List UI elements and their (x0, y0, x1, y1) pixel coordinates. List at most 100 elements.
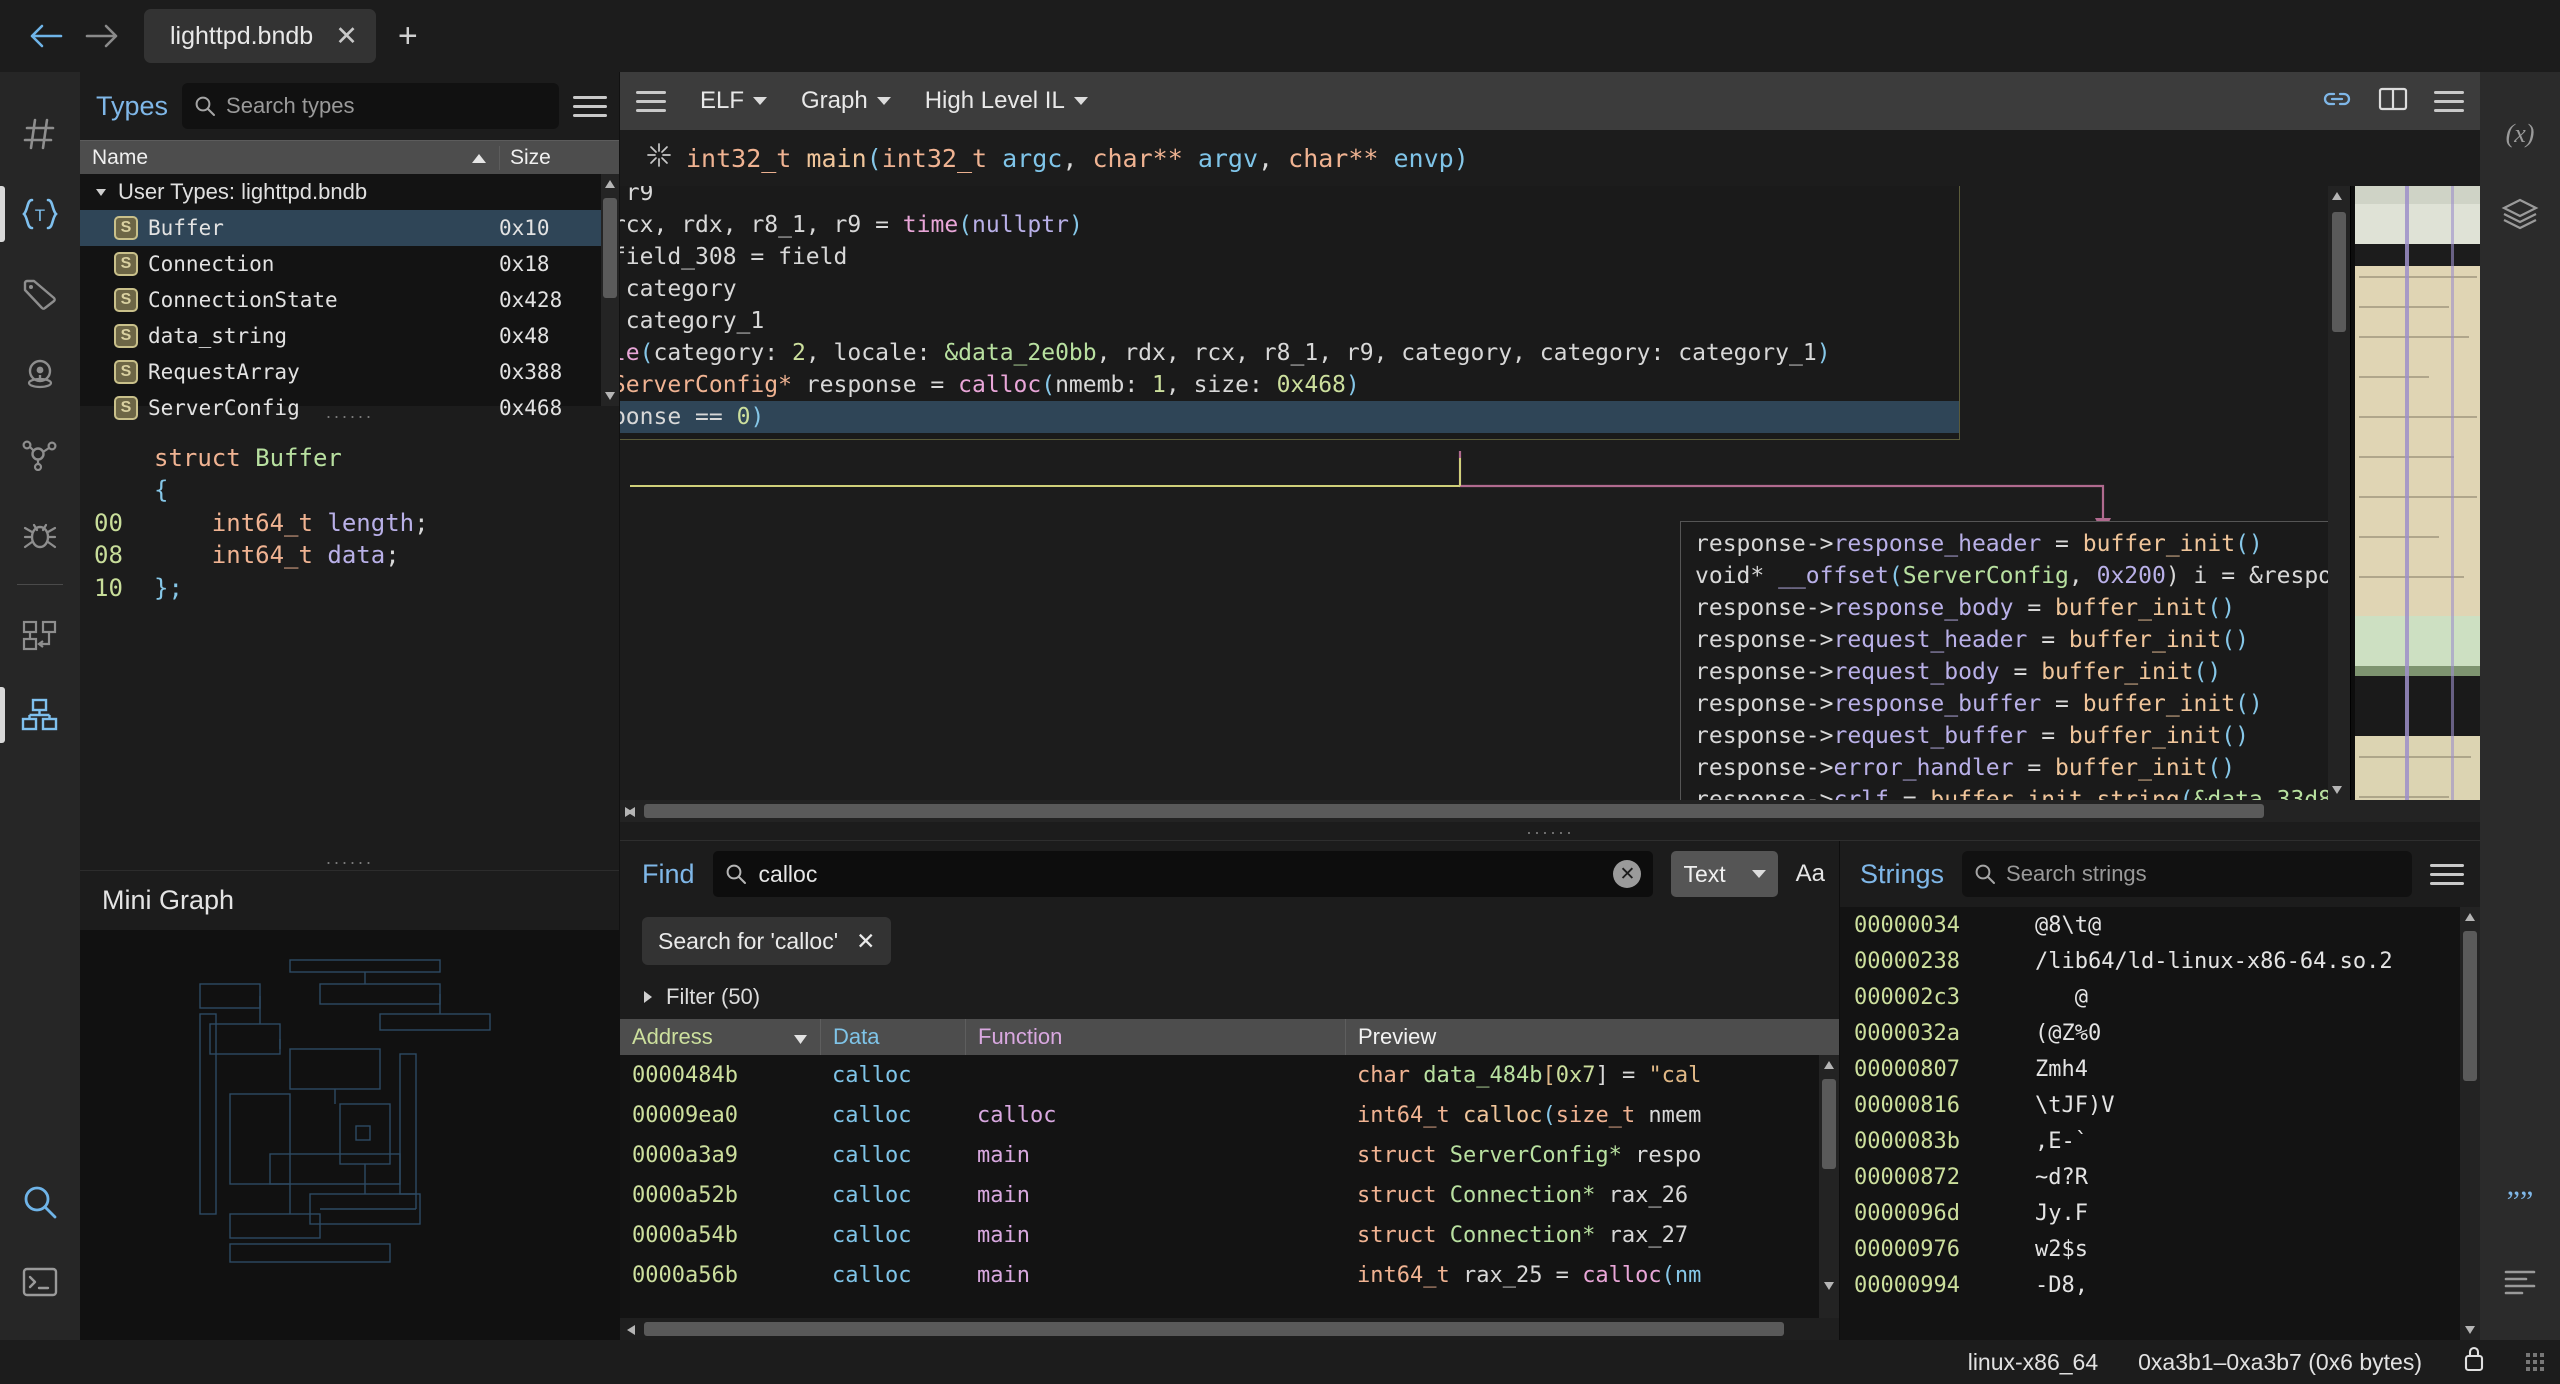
file-tab[interactable]: lighttpd.bndb ✕ (144, 9, 376, 63)
graph-node-block-2[interactable]: response->response_header = buffer_init(… (1680, 521, 2350, 800)
scroll-down-arrow-icon[interactable] (1821, 1278, 1837, 1294)
struct-line[interactable]: 10}; (80, 572, 619, 604)
scroll-up-arrow-icon[interactable] (2462, 909, 2478, 925)
list-item[interactable]: 00000816\tJF)V (1840, 1087, 2480, 1123)
results-hscroll-thumb[interactable] (644, 1322, 1784, 1336)
find-search-input[interactable]: calloc ✕ (713, 851, 1654, 897)
graph-code-line[interactable]: response->response_body = buffer_init() (1681, 592, 2350, 624)
graph-code-line[interactable]: response->crlf = buffer_init_string(&dat… (1681, 784, 2350, 800)
list-item[interactable]: 00000238/lib64/ld-linux-x86-64.so.2 (1840, 943, 2480, 979)
column-preview[interactable]: Preview (1345, 1019, 1839, 1055)
graph-code-line[interactable]: field, rcx, rdx, r8_1, r9 = time(nullptr… (620, 209, 1959, 241)
graph-code-line[interactable]: response->request_header = buffer_init() (1681, 624, 2350, 656)
options-menu-icon[interactable] (2434, 85, 2464, 118)
graph-view-selector[interactable]: Graph (801, 87, 891, 115)
clear-search-icon[interactable]: ✕ (1613, 860, 1641, 888)
scroll-up-arrow-icon[interactable] (2329, 188, 2345, 204)
view-type-selector[interactable]: ELF (700, 87, 767, 115)
scroll-up-arrow-icon[interactable] (1821, 1057, 1837, 1073)
panel-splitter-handle-2[interactable]: ······ (80, 852, 619, 870)
table-row[interactable]: 0000a54bcallocmainstruct Connection* rax… (620, 1215, 1839, 1255)
hamburger-menu-icon[interactable] (573, 90, 607, 123)
table-row[interactable]: 0000484bcallocchar data_484b[0x7] = "cal (620, 1055, 1839, 1095)
layers-icon[interactable] (2480, 174, 2560, 254)
list-item[interactable]: 00000976w2$s (1840, 1231, 2480, 1267)
scroll-left-arrow-icon[interactable] (623, 1322, 639, 1338)
type-row[interactable]: SServerConfig0x468 (80, 390, 619, 426)
type-row[interactable]: SBuffer0x10 (80, 210, 619, 246)
close-icon[interactable]: ✕ (856, 928, 875, 955)
resize-grip-icon[interactable] (2526, 1353, 2544, 1371)
forward-button[interactable] (74, 8, 130, 64)
list-item[interactable]: 00000872~d?R (1840, 1159, 2480, 1195)
graph-code-line[interactable]: response->request_body = buffer_init() (1681, 656, 2350, 688)
list-item[interactable]: 00000994-D8, (1840, 1267, 2480, 1303)
graph-code-line[interactable]: int32_t category_1 (620, 305, 1959, 337)
hamburger-menu-icon[interactable] (2430, 858, 2464, 891)
graph-code-line[interactable]: int32_t category (620, 273, 1959, 305)
scroll-down-arrow-icon[interactable] (2462, 1322, 2478, 1338)
graph-code-line[interactable]: setlocale(category: 2, locale: &data_2e0… (620, 337, 1959, 369)
results-vscroll-thumb[interactable] (1822, 1079, 1836, 1169)
column-size[interactable]: Size (499, 146, 619, 170)
graph-code-line[interactable]: response->response_buffer = buffer_init(… (1681, 688, 2350, 720)
graph-view[interactable]: ssize_t r9field, rcx, rdx, r8_1, r9 = ti… (620, 186, 2350, 800)
struct-definition-view[interactable]: struct Buffer{00 int64_t length;08 int64… (80, 424, 619, 852)
graph-horizontal-scrollbar[interactable] (620, 800, 2480, 822)
filter-toggle[interactable]: Filter (50) (620, 975, 1839, 1019)
hash-icon[interactable] (0, 94, 80, 174)
table-row[interactable]: 0000a52bcallocmainstruct Connection* rax… (620, 1175, 1839, 1215)
types-vertical-scrollbar[interactable] (601, 174, 619, 406)
il-level-selector[interactable]: High Level IL (925, 87, 1088, 115)
graph-code-line[interactable]: if (response == 0) (620, 401, 1959, 433)
graph-hscroll-thumb[interactable] (644, 804, 2264, 818)
graph-code-line[interactable]: struct ServerConfig* response = calloc(n… (620, 369, 1959, 401)
search-chip[interactable]: Search for 'calloc' ✕ (642, 917, 891, 965)
table-row[interactable]: 0000a56bcallocmainint64_t rax_25 = callo… (620, 1255, 1839, 1295)
graph-code-line[interactable]: response->request_buffer = buffer_init() (1681, 720, 2350, 752)
search-strings-input[interactable]: Search strings (1962, 851, 2412, 897)
list-item[interactable]: 0000096dJy.F (1840, 1195, 2480, 1231)
strings-vertical-scrollbar[interactable] (2460, 907, 2480, 1340)
function-signature-bar[interactable]: int32_t main(int32_t argc, char** argv, … (620, 130, 2480, 186)
link-icon[interactable] (2322, 86, 2352, 117)
strings-list[interactable]: 00000034@8\t@00000238/lib64/ld-linux-x86… (1840, 907, 2480, 1340)
type-row[interactable]: SConnection0x18 (80, 246, 619, 282)
type-row[interactable]: SRequestArray0x388 (80, 354, 619, 390)
back-button[interactable] (18, 8, 74, 64)
types-group-row[interactable]: User Types: lighttpd.bndb (80, 174, 619, 210)
list-item[interactable]: 0000032a(@Z%0 (1840, 1015, 2480, 1051)
hamburger-menu-icon[interactable] (636, 85, 666, 118)
results-table-body[interactable]: 0000484bcallocchar data_484b[0x7] = "cal… (620, 1055, 1839, 1318)
table-row[interactable]: 0000a3a9callocmainstruct ServerConfig* r… (620, 1135, 1839, 1175)
graph-code-line[interactable]: response->response_header = buffer_init(… (1681, 528, 2350, 560)
column-name[interactable]: Name (80, 146, 499, 170)
graph-vscroll-thumb[interactable] (2332, 212, 2346, 332)
graph-code-line[interactable]: time_t field_308 = field (620, 241, 1959, 273)
close-icon[interactable]: ✕ (335, 23, 358, 50)
types-list[interactable]: User Types: lighttpd.bndbSBuffer0x10SCon… (80, 174, 619, 406)
tag-icon[interactable] (0, 254, 80, 334)
cross-references-icon[interactable] (0, 595, 80, 675)
terminal-icon[interactable] (0, 1242, 80, 1322)
type-row[interactable]: Sdata_string0x48 (80, 318, 619, 354)
scroll-right-arrow-icon[interactable] (621, 804, 637, 820)
find-mode-select[interactable]: Text (1671, 851, 1777, 897)
column-function[interactable]: Function (965, 1019, 1345, 1055)
struct-line[interactable]: 00 int64_t length; (80, 507, 619, 539)
results-horizontal-scrollbar[interactable] (620, 1318, 1839, 1340)
search-icon[interactable] (0, 1162, 80, 1242)
graph-node-block-1[interactable]: ssize_t r9field, rcx, rdx, r8_1, r9 = ti… (620, 186, 1960, 440)
graph-code-line[interactable]: ssize_t r9 (620, 186, 1959, 209)
match-case-button[interactable]: Aa (1796, 860, 1825, 888)
location-pin-icon[interactable] (0, 334, 80, 414)
bottom-splitter-handle[interactable]: ······ (620, 822, 2480, 840)
search-types-input[interactable]: Search types (182, 83, 559, 129)
graph-nodes-icon[interactable] (0, 414, 80, 494)
new-tab-button[interactable]: + (398, 19, 418, 53)
bug-icon[interactable] (0, 494, 80, 574)
quotes-strings-icon[interactable]: ”” (2480, 1162, 2560, 1242)
graph-minimap[interactable] (2350, 186, 2480, 800)
variables-icon[interactable]: (x) (2480, 94, 2560, 174)
graph-vertical-scrollbar[interactable] (2328, 186, 2350, 800)
